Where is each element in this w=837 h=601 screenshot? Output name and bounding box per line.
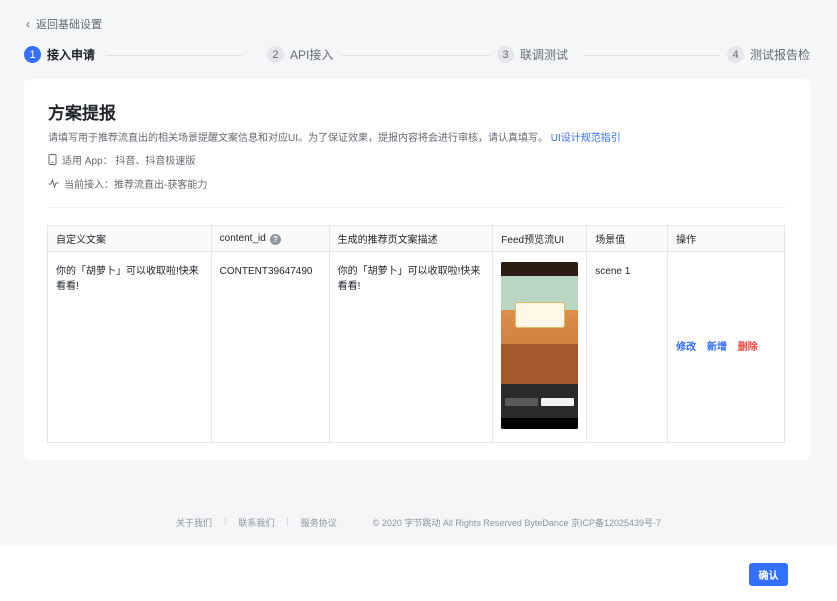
preview-nav-bar xyxy=(501,418,579,429)
bottom-action-bar: 确认 xyxy=(0,546,837,601)
header-generated-desc: 生成的推荐页文案描述 xyxy=(328,225,494,252)
question-circle-icon[interactable]: ? xyxy=(269,233,281,245)
page-title: 方案提报 xyxy=(48,104,116,123)
progress-steps: 1 接入申请 2 API接入 3 联调测试 4 测试报告检 xyxy=(24,46,814,66)
preview-floor xyxy=(501,344,579,384)
chevron-left-icon: ‹ xyxy=(26,17,30,31)
step-number: 4 xyxy=(727,46,744,63)
edit-button[interactable]: 修改 xyxy=(676,342,696,353)
feed-preview-image xyxy=(501,262,579,429)
table-row: 你的「胡萝卜」可以收取啦!快来看看! CONTENT39647490 你的「胡萝… xyxy=(47,251,785,443)
description-text: 请填写用于推荐流直出的相关场景提醒文案信息和对应UI。为了保证效果，提报内容将会… xyxy=(48,133,548,144)
footer-about-link[interactable]: 关于我们 xyxy=(176,516,212,529)
step-label: 联调测试 xyxy=(520,48,569,62)
preview-button-primary xyxy=(541,398,575,406)
description: 请填写用于推荐流直出的相关场景提醒文案信息和对应UI。为了保证效果，提报内容将会… xyxy=(48,129,621,144)
step-joint-test[interactable]: 3 联调测试 xyxy=(497,46,568,63)
footer-copyright: © 2020 字节跳动 All Rights Reserved ByteDanc… xyxy=(372,518,661,528)
access-line: 当前接入：推荐流直出-获客能力 xyxy=(48,176,207,191)
cell-custom-text: 你的「胡萝卜」可以收取啦!快来看看! xyxy=(47,251,212,443)
step-label: API接入 xyxy=(290,48,334,62)
header-feed-preview: Feed预览流UI xyxy=(492,225,588,252)
preview-button-secondary xyxy=(505,398,539,406)
step-label: 接入申请 xyxy=(47,48,96,62)
step-label: 测试报告检 xyxy=(750,48,811,62)
footer-terms-link[interactable]: 服务协议 xyxy=(301,516,337,529)
step-connector xyxy=(584,55,720,56)
proposal-table: 自定义文案 content_id? 生成的推荐页文案描述 Feed预览流UI 场… xyxy=(47,225,785,443)
divider xyxy=(48,207,786,208)
step-connector xyxy=(342,55,490,56)
back-label: 返回基础设置 xyxy=(36,19,102,31)
cell-actions: 修改 新增 删除 xyxy=(667,251,785,443)
footer: 关于我们 | 联系我们 | 服务协议 © 2020 字节跳动 All Right… xyxy=(0,516,837,529)
access-line-text: 当前接入：推荐流直出-获客能力 xyxy=(64,180,208,191)
cell-feed-preview xyxy=(492,251,588,443)
confirm-button[interactable]: 确认 xyxy=(749,563,788,586)
step-number: 1 xyxy=(24,46,41,63)
proposal-card: 方案提报 请填写用于推荐流直出的相关场景提醒文案信息和对应UI。为了保证效果，提… xyxy=(24,79,810,460)
back-to-basic-settings-link[interactable]: ‹ 返回基础设置 xyxy=(26,16,102,32)
step-connector xyxy=(106,55,242,56)
header-content-id-label: content_id xyxy=(219,232,266,244)
add-button[interactable]: 新增 xyxy=(707,342,727,353)
footer-separator: | xyxy=(224,516,227,526)
step-number: 3 xyxy=(497,46,514,63)
cell-scene: scene 1 xyxy=(586,251,669,443)
header-actions: 操作 xyxy=(667,225,785,252)
footer-contact-link[interactable]: 联系我们 xyxy=(238,516,274,529)
footer-separator: | xyxy=(286,516,289,526)
phone-icon xyxy=(48,154,57,165)
cell-content-id: CONTENT39647490 xyxy=(210,251,330,443)
preview-status-bar xyxy=(501,262,579,276)
ui-guide-link[interactable]: UI设计规范指引 xyxy=(551,133,621,144)
activity-icon xyxy=(48,178,59,189)
header-custom-text: 自定义文案 xyxy=(47,225,212,252)
app-line: 适用 App： 抖音、抖音极速版 xyxy=(48,152,195,167)
step-test-report[interactable]: 4 测试报告检 xyxy=(727,46,810,63)
cell-generated-desc: 你的「胡萝卜」可以收取啦!快来看看! xyxy=(328,251,494,443)
delete-button[interactable]: 删除 xyxy=(738,342,758,353)
step-apply[interactable]: 1 接入申请 xyxy=(24,46,95,63)
app-line-text: 适用 App： 抖音、抖音极速版 xyxy=(62,156,196,167)
preview-info-panel xyxy=(501,384,579,418)
header-scene: 场景值 xyxy=(586,225,669,252)
preview-game-scene xyxy=(501,276,579,384)
preview-popup xyxy=(515,302,566,328)
step-number: 2 xyxy=(267,46,284,63)
step-api[interactable]: 2 API接入 xyxy=(267,46,333,63)
table-header-row: 自定义文案 content_id? 生成的推荐页文案描述 Feed预览流UI 场… xyxy=(47,225,785,252)
header-content-id: content_id? xyxy=(210,225,330,252)
